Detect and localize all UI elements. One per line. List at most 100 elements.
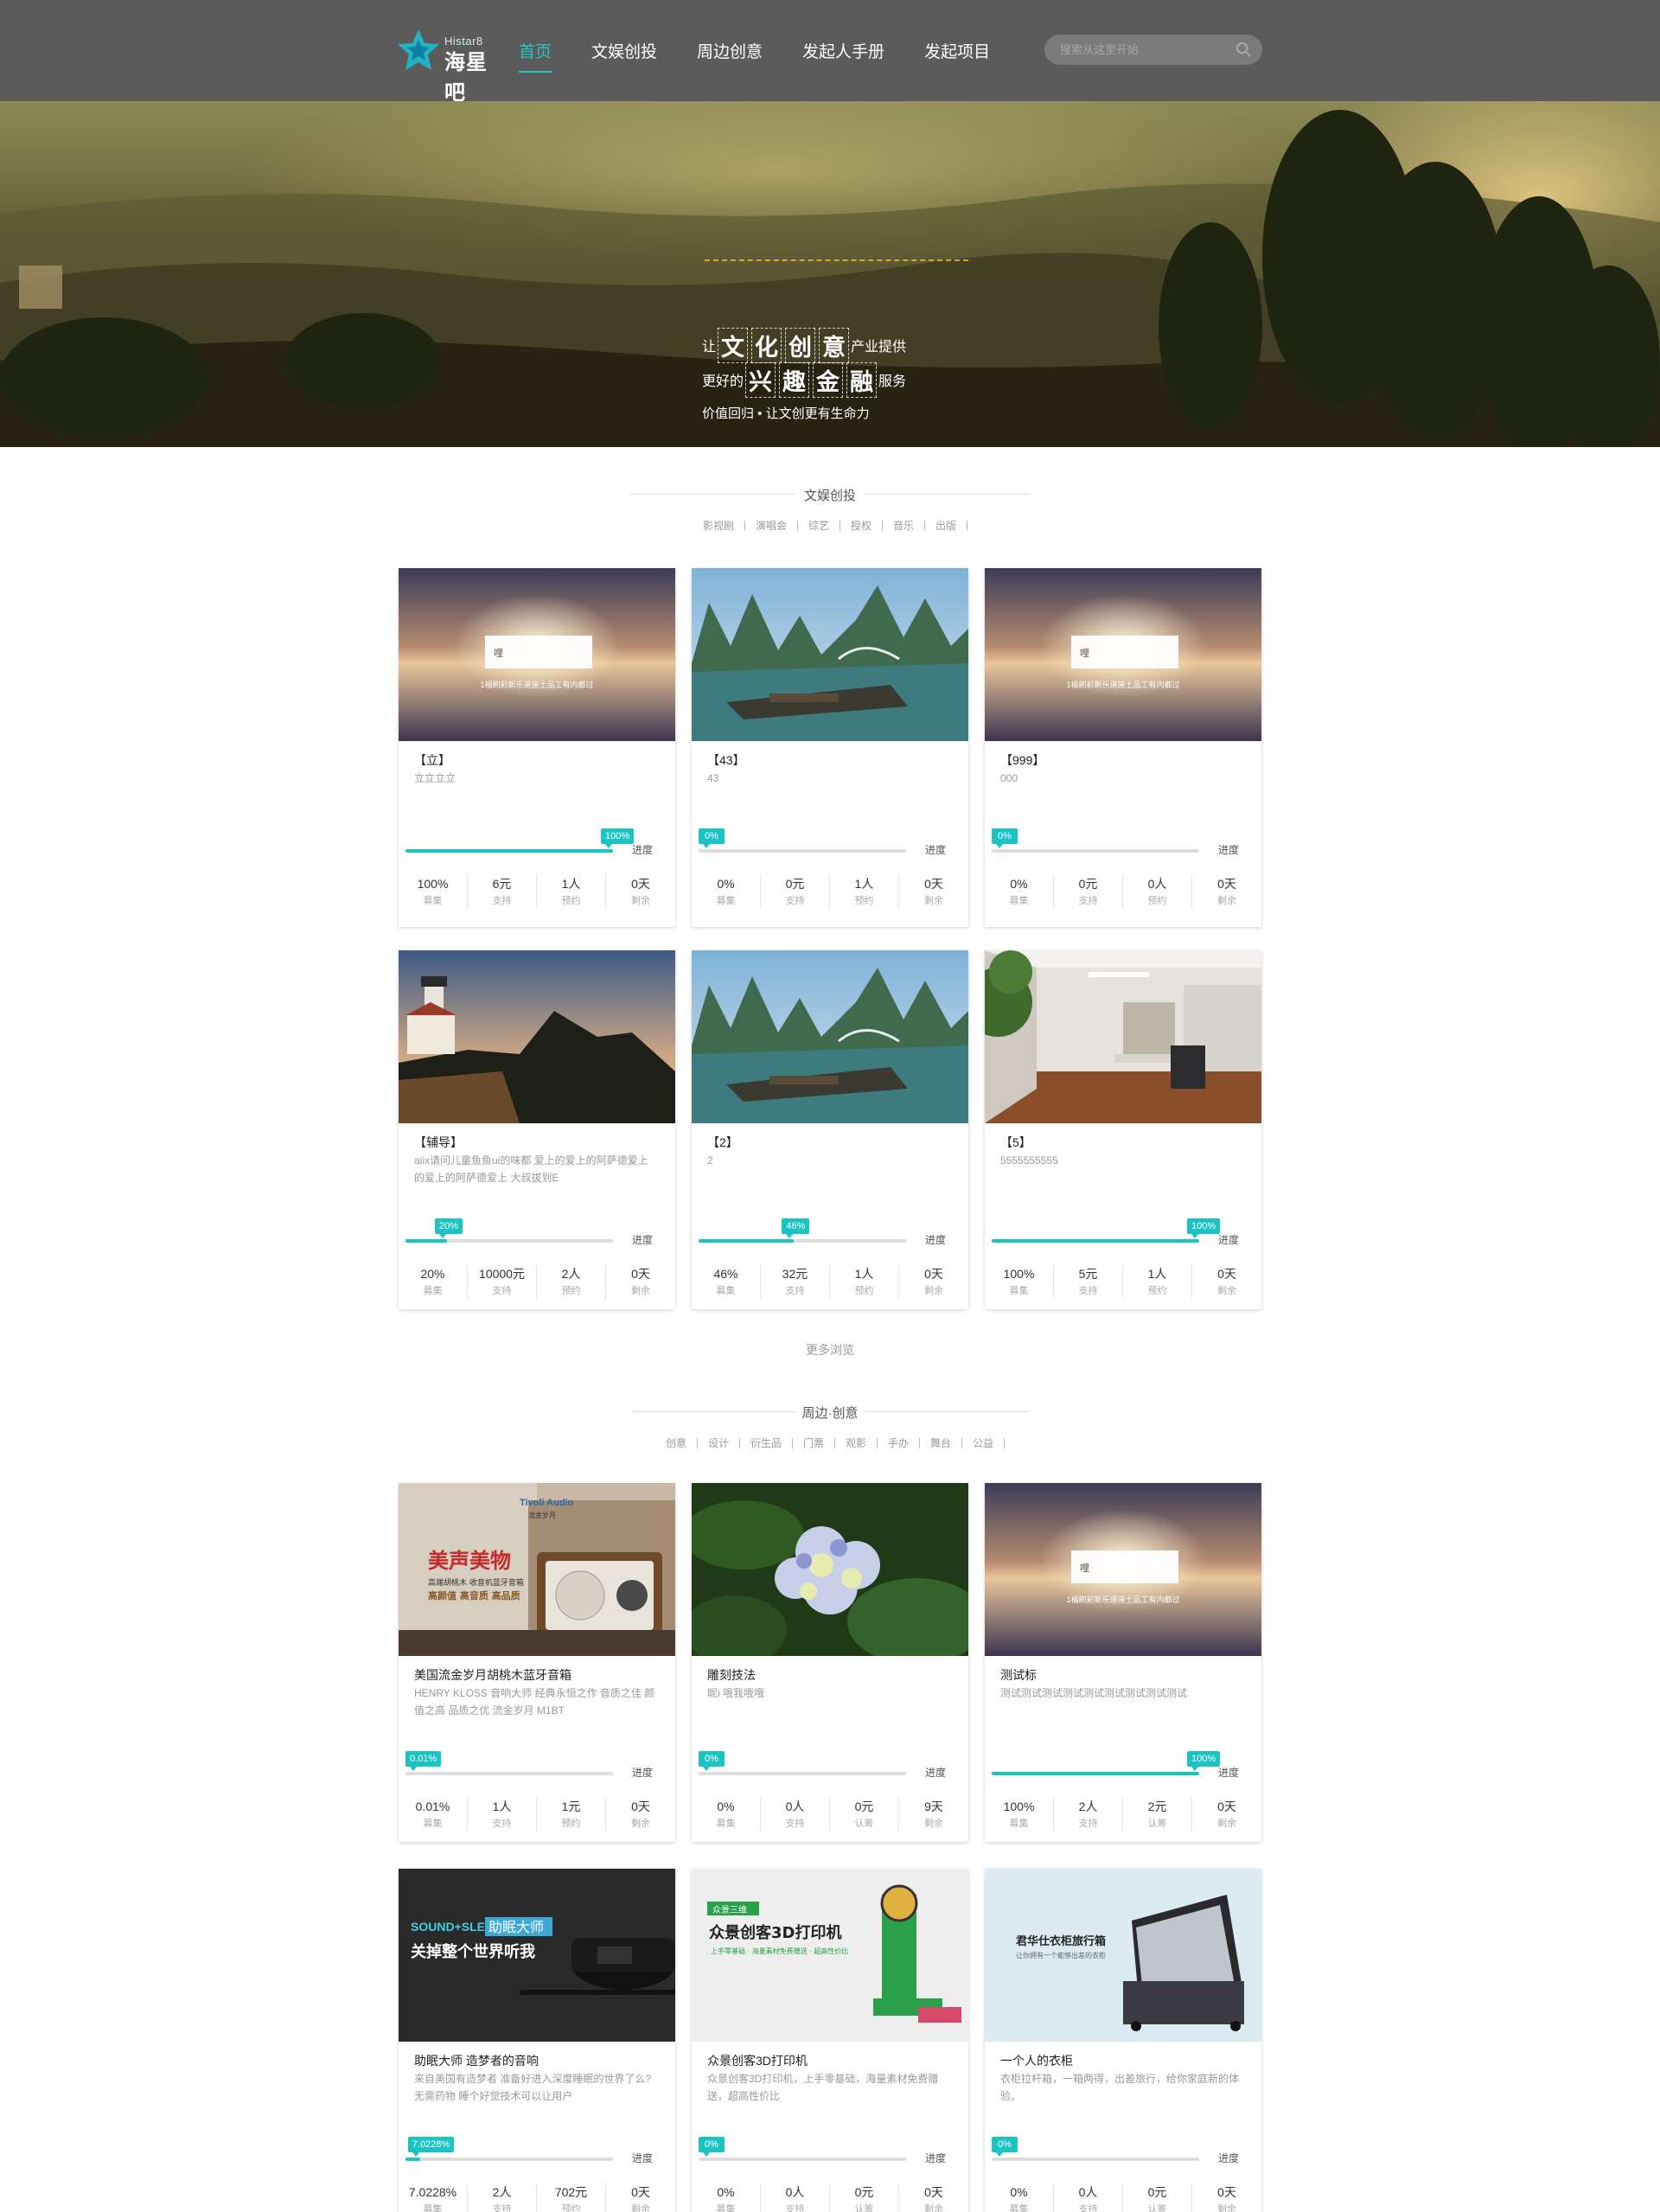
project-thumbnail[interactable]: 哩 1福刷彩新乐道道土品工有内都过 [399,568,675,741]
search-box [1044,35,1262,65]
category-tab[interactable]: 创意 [655,1438,698,1448]
svg-text:众景三维: 众景三维 [712,1904,747,1915]
project-title[interactable]: 一个人的衣柜 [1000,2052,1073,2069]
project-card[interactable]: SOUND+SLEEP 助眠大师 关掉整个世界听我 助眠大师 造梦者的音响 来自… [399,1869,675,2212]
project-title[interactable]: 【立】 [414,751,450,769]
project-thumbnail[interactable] [692,568,968,741]
category-tab[interactable]: 出版 [925,521,968,531]
slogan-line-3: 价值回归 • 让文创更有生命力 [702,406,870,421]
project-card[interactable]: 哩 1福刷彩新乐道道土品工有内都过 【999】 000 0% 进度 0% 募集 … [985,568,1261,927]
category-tab[interactable]: 音乐 [883,521,926,531]
stat-value: 46% [713,1267,738,1281]
project-thumbnail[interactable] [692,950,968,1123]
project-title[interactable]: 【5】 [1000,1134,1031,1151]
progress-tag: 0% [699,1751,725,1771]
nav-home[interactable]: 首页 [519,32,552,73]
nav-start-project[interactable]: 发起项目 [924,32,990,69]
svg-text:哩: 哩 [1080,649,1089,659]
progress-bar: 7.0228% [405,2137,613,2161]
project-thumbnail[interactable] [399,950,675,1123]
stat-value: 2元 [1147,1800,1167,1813]
project-title[interactable]: 雕刻技法 [707,1666,756,1684]
stat-item: 0天 剩余 [606,874,675,909]
project-card[interactable]: 众景三维 众景创客3D打印机 上手零基础 · 海量素材免费赠送 · 超高性价比 … [692,1869,968,2212]
project-thumbnail[interactable]: SOUND+SLEEP 助眠大师 关掉整个世界听我 [399,1869,675,2042]
stat-value: 32元 [782,1267,808,1281]
more-button[interactable]: 更多浏览 [0,1341,1660,1359]
project-thumbnail[interactable]: 哩 1福刷彩新乐道道土品工有内都过 [985,1483,1261,1656]
stat-value: 702元 [554,2185,588,2199]
project-title[interactable]: 【辅导】 [414,1134,463,1151]
nav-entertainment[interactable]: 文娱创投 [591,32,657,69]
slogan-char: 趣 [779,361,810,398]
project-title[interactable]: 众景创客3D打印机 [707,2052,808,2069]
slogan-char: 融 [846,361,878,398]
stat-value: 2人 [492,2185,512,2199]
category-tab[interactable]: 舞台 [920,1438,963,1448]
category-tab[interactable]: 影视剧 [693,521,745,531]
project-card[interactable]: 【5】 5555555555 100% 进度 100% 募集 5元 支持 1人 … [985,950,1261,1309]
project-card[interactable]: 哩 1福刷彩新乐道道土品工有内都过 【立】 立立立立 100% 进度 100% … [399,568,675,927]
stat-value: 9天 [924,1800,943,1813]
stat-label: 剩余 [631,1286,650,1296]
stat-value: 0天 [924,877,943,891]
search-icon[interactable] [1235,42,1252,58]
progress-tag: 46% [782,1218,810,1238]
stat-item: 0元 认筹 [830,2183,899,2212]
slogan-text: 让 [702,340,717,355]
stat-value: 100% [1003,1800,1035,1813]
stat-item: 1人 预约 [830,874,899,909]
project-title[interactable]: 【999】 [1000,751,1044,769]
category-tab[interactable]: 演唱会 [745,521,798,531]
category-tab[interactable]: 观影 [835,1438,878,1448]
project-card[interactable]: 【43】 43 0% 进度 0% 募集 0元 支持 1人 预约 0天 剩余 [692,568,968,927]
project-title[interactable]: 测试标 [1000,1666,1037,1684]
stat-label: 募集 [1009,2204,1029,2212]
section-title-merch: 周边·创意 [631,1403,1029,1422]
stat-item: 0天 剩余 [1192,2183,1261,2212]
stat-value: 6元 [492,877,512,891]
stat-item: 0天 剩余 [1192,1797,1261,1832]
project-thumbnail[interactable]: 君华仕衣柜旅行箱 让你拥有一个能够出差的衣柜 [985,1869,1261,2042]
progress-label: 进度 [925,1234,947,1246]
site-logo[interactable]: Histar8 海星吧 [396,26,501,105]
stat-item: 100% 募集 [399,874,468,909]
nav-initiator-handbook[interactable]: 发起人手册 [802,32,884,69]
stat-label: 预约 [561,1286,581,1296]
project-card[interactable]: 【2】 2 46% 进度 46% 募集 32元 支持 1人 预约 0天 剩余 [692,950,968,1309]
project-card[interactable]: Tivoli Audio 流金岁月 美声美物 高端胡桃木 收音机蓝牙音箱 高颜值… [399,1483,675,1842]
stat-label: 募集 [423,896,443,906]
project-stats: 7.0228% 募集 2人 支持 702元 预约 0天 剩余 [399,2179,675,2212]
stat-item: 0天 剩余 [899,2183,968,2212]
project-title[interactable]: 【43】 [707,751,745,769]
project-thumbnail[interactable] [985,950,1261,1123]
project-thumbnail[interactable]: Tivoli Audio 流金岁月 美声美物 高端胡桃木 收音机蓝牙音箱 高颜值… [399,1483,675,1656]
stat-item: 100% 募集 [985,1264,1054,1299]
project-card[interactable]: 哩 1福刷彩新乐道道土品工有内都过 测试标 测试测试测试测试测试测试测试测试测试… [985,1483,1261,1842]
category-tab[interactable]: 手办 [878,1438,921,1448]
project-thumbnail[interactable]: 哩 1福刷彩新乐道道土品工有内都过 [985,568,1261,741]
category-tab[interactable]: 综艺 [798,521,840,531]
project-title[interactable]: 美国流金岁月胡桃木蓝牙音箱 [414,1666,571,1684]
project-card[interactable]: 【辅导】 aiix请问儿童鱼鱼ui的味都 爱上的爱上的阿萨德爱上的爱上的阿萨德爱… [399,950,675,1309]
project-thumbnail[interactable]: 众景三维 众景创客3D打印机 上手零基础 · 海量素材免费赠送 · 超高性价比 [692,1869,968,2042]
project-stats: 100% 募集 2人 支持 2元 认筹 0天 剩余 [985,1793,1261,1837]
project-title[interactable]: 【2】 [707,1134,738,1151]
progress-bar: 100% [992,1751,1221,1775]
category-tab[interactable]: 门票 [793,1438,835,1448]
stat-value: 1人 [492,1800,512,1813]
stat-label: 预约 [561,896,581,906]
category-tab[interactable]: 设计 [698,1438,740,1448]
category-tab[interactable]: 衍生品 [740,1438,793,1448]
stat-label: 募集 [423,1286,443,1296]
category-tab[interactable]: 授权 [840,521,884,531]
project-title[interactable]: 助眠大师 造梦者的音响 [414,2052,539,2069]
project-card[interactable]: 君华仕衣柜旅行箱 让你拥有一个能够出差的衣柜 一个人的衣柜 衣柜拉杆箱，一箱两得… [985,1869,1261,2212]
progress-label: 进度 [925,2152,947,2164]
project-card[interactable]: 雕刻技法 昵i 哦我哦哦 0% 进度 0% 募集 0人 支持 0元 认筹 9天 … [692,1483,968,1842]
category-tab[interactable]: 公益 [962,1438,1006,1448]
stat-label: 募集 [1009,1286,1029,1296]
nav-merch[interactable]: 周边创意 [697,32,763,69]
search-input[interactable] [1060,41,1233,59]
project-thumbnail[interactable] [692,1483,968,1656]
